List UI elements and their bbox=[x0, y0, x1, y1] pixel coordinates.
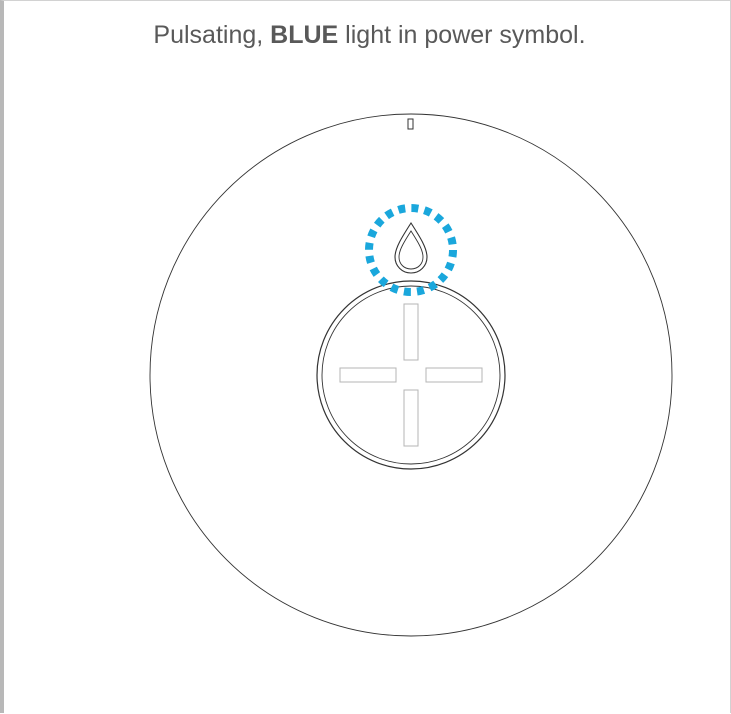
cross-slot-left bbox=[339, 367, 397, 383]
blue-pulse-indicator-ring bbox=[365, 204, 457, 296]
center-button-outer-ring bbox=[316, 280, 506, 470]
device-top-view bbox=[149, 113, 673, 637]
cross-slot-bottom bbox=[403, 389, 419, 447]
top-notch-marker bbox=[407, 118, 414, 130]
water-drop-icon bbox=[394, 221, 428, 274]
cross-slot-top bbox=[403, 303, 419, 361]
center-button-inner-ring bbox=[321, 285, 501, 465]
illustration-frame: Pulsating, BLUE light in power symbol. bbox=[0, 0, 731, 713]
cross-slot-icon bbox=[339, 303, 483, 447]
cross-slot-right bbox=[425, 367, 483, 383]
device-body-outline bbox=[149, 113, 673, 637]
